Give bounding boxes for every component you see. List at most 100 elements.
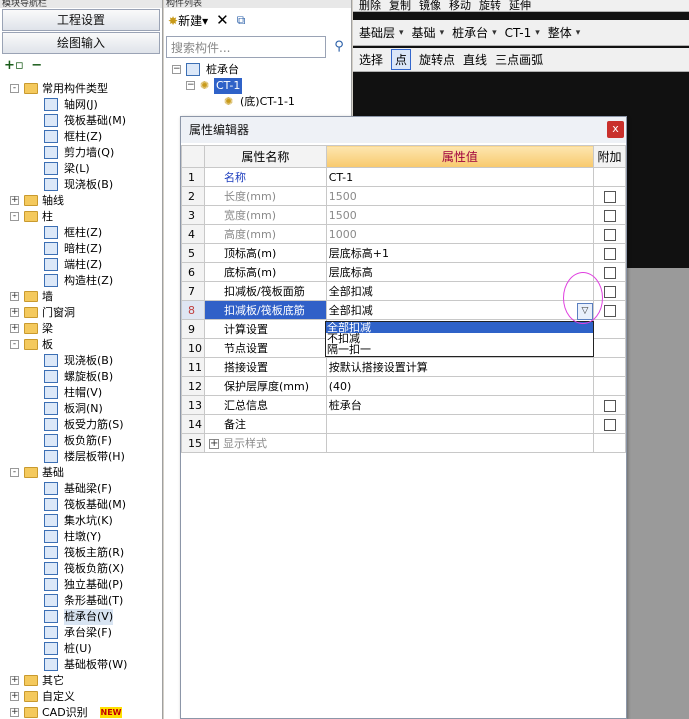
tree-folder[interactable]: + 门窗洞 bbox=[0, 305, 162, 321]
new-button[interactable]: ✸新建▾ bbox=[168, 12, 208, 29]
copy-icon[interactable]: ⧉ bbox=[237, 13, 246, 28]
attach-checkbox[interactable] bbox=[603, 418, 616, 431]
property-value[interactable] bbox=[325, 414, 595, 434]
tree-item[interactable]: 基础板带(W) bbox=[0, 657, 162, 673]
tree-folder[interactable]: -板 bbox=[0, 337, 162, 353]
property-value[interactable]: 桩承台 bbox=[325, 395, 595, 415]
toolbar-button[interactable]: 移动 bbox=[449, 0, 471, 11]
toolbar-button[interactable]: 旋转 bbox=[479, 0, 501, 11]
chevron-down-icon[interactable]: ▾ bbox=[399, 28, 404, 38]
attach-checkbox[interactable] bbox=[603, 228, 616, 241]
tree-item[interactable]: 独立基础(P) bbox=[0, 577, 162, 593]
dropdown-option[interactable]: 不扣减 bbox=[326, 333, 593, 344]
property-row[interactable]: 3 宽度(mm) 1500 bbox=[181, 205, 626, 225]
tree-item[interactable]: 端柱(Z) bbox=[0, 257, 162, 273]
attach-checkbox[interactable] bbox=[603, 190, 616, 203]
tree-item[interactable]: 板受力筋(S) bbox=[0, 417, 162, 433]
toolbar-button[interactable]: 基础 bbox=[412, 24, 436, 41]
property-value[interactable]: 全部扣减 bbox=[325, 281, 595, 301]
tree-item[interactable]: 柱墩(Y) bbox=[0, 529, 162, 545]
property-row[interactable]: 1 名称 CT-1 bbox=[181, 167, 626, 187]
property-row[interactable]: 14 备注 bbox=[181, 414, 626, 434]
property-row[interactable]: 15 + 显示样式 bbox=[181, 433, 626, 453]
property-row[interactable]: 5 顶标高(m) 层底标高+1 bbox=[181, 243, 626, 263]
attach-checkbox[interactable] bbox=[603, 247, 616, 260]
attach-checkbox[interactable] bbox=[603, 285, 616, 298]
collapse-toggle[interactable]: − bbox=[172, 65, 181, 74]
tree-item[interactable]: 现浇板(B) bbox=[0, 177, 162, 193]
property-value[interactable]: 1500 bbox=[325, 186, 595, 206]
attach-checkbox[interactable] bbox=[603, 304, 616, 317]
property-value[interactable]: 层底标高 bbox=[325, 262, 595, 282]
tree-item[interactable]: 剪力墙(Q) bbox=[0, 145, 162, 161]
close-icon[interactable]: x bbox=[607, 121, 624, 138]
property-value[interactable]: CT-1 bbox=[325, 167, 595, 187]
property-value[interactable]: 1000 bbox=[325, 224, 595, 244]
tree-item[interactable]: 承台梁(F) bbox=[0, 625, 162, 641]
property-row[interactable]: 6 底标高(m) 层底标高 bbox=[181, 262, 626, 282]
chevron-down-icon[interactable]: ▾ bbox=[492, 28, 497, 38]
tree-item[interactable]: 框柱(Z) bbox=[0, 225, 162, 241]
toolbar-button[interactable]: 基础层 bbox=[359, 24, 395, 41]
property-row[interactable]: 13 汇总信息 桩承台 bbox=[181, 395, 626, 415]
toolbar-button[interactable]: 直线 bbox=[463, 51, 487, 68]
collapse-toggle[interactable]: - bbox=[10, 468, 19, 477]
tree-item[interactable]: 桩(U) bbox=[0, 641, 162, 657]
tree-item[interactable]: 轴网(J) bbox=[0, 97, 162, 113]
tree-folder[interactable]: + 梁 bbox=[0, 321, 162, 337]
project-settings-button[interactable]: 工程设置 bbox=[2, 9, 160, 31]
property-value[interactable]: 全部扣减 bbox=[325, 300, 595, 320]
dropdown-option[interactable]: 全部扣减 bbox=[326, 322, 593, 333]
tree-item[interactable]: 板洞(N) bbox=[0, 401, 162, 417]
property-row[interactable]: 7 扣减板/筏板面筋 全部扣减 bbox=[181, 281, 626, 301]
expand-toggle[interactable]: + bbox=[10, 708, 19, 717]
expand-all-icon[interactable]: +▫ bbox=[4, 58, 24, 73]
tree-item[interactable]: 板负筋(F) bbox=[0, 433, 162, 449]
toolbar-button[interactable]: 旋转点 bbox=[419, 51, 455, 68]
tree-folder[interactable]: -柱 bbox=[0, 209, 162, 225]
deduction-dropdown-list[interactable]: 全部扣减 不扣减 隔一扣一 bbox=[325, 321, 594, 357]
expand-toggle[interactable]: + bbox=[10, 292, 19, 301]
toolbar-button[interactable]: 删除 bbox=[359, 0, 381, 11]
expand-toggle[interactable]: + bbox=[10, 692, 19, 701]
attach-checkbox[interactable] bbox=[603, 266, 616, 279]
property-value[interactable]: 按默认搭接设置计算 bbox=[325, 357, 595, 377]
collapse-toggle[interactable]: - bbox=[10, 84, 19, 93]
tree-folder[interactable]: + 其它 bbox=[0, 673, 162, 689]
expand-toggle[interactable]: + bbox=[10, 676, 19, 685]
tree-item[interactable]: 框柱(Z) bbox=[0, 129, 162, 145]
toolbar-button[interactable]: 整体 bbox=[548, 24, 572, 41]
expand-toggle[interactable]: + bbox=[10, 196, 19, 205]
expand-toggle[interactable]: + bbox=[10, 308, 19, 317]
toolbar-button[interactable]: 桩承台 bbox=[452, 24, 488, 41]
property-value[interactable]: (40) bbox=[325, 376, 595, 396]
tree-folder[interactable]: + CAD识别 NEW bbox=[0, 705, 162, 719]
toolbar-button[interactable]: 选择 bbox=[359, 51, 383, 68]
tree-item[interactable]: 条形基础(T) bbox=[0, 593, 162, 609]
chevron-down-icon[interactable]: ▾ bbox=[440, 28, 445, 38]
tree-folder[interactable]: + 自定义 bbox=[0, 689, 162, 705]
collapse-toggle[interactable]: − bbox=[186, 81, 195, 90]
property-row[interactable]: 12 保护层厚度(mm) (40) bbox=[181, 376, 626, 396]
tree-item[interactable]: 梁(L) bbox=[0, 161, 162, 177]
toolbar-button[interactable]: CT-1 bbox=[505, 26, 532, 40]
toolbar-button[interactable]: 三点画弧 bbox=[495, 51, 543, 68]
attach-checkbox[interactable] bbox=[603, 209, 616, 222]
property-row[interactable]: 11 搭接设置 按默认搭接设置计算 bbox=[181, 357, 626, 377]
property-row[interactable]: 8 扣减板/筏板底筋 全部扣减 bbox=[181, 300, 626, 320]
tree-folder[interactable]: - 基础 bbox=[0, 465, 162, 481]
delete-icon[interactable]: ✕ bbox=[216, 11, 229, 29]
tree-item[interactable]: 基础梁(F) bbox=[0, 481, 162, 497]
tree-item[interactable]: 暗柱(Z) bbox=[0, 241, 162, 257]
tree-item[interactable]: 螺旋板(B) bbox=[0, 369, 162, 385]
tree-item[interactable]: 筏板主筋(R) bbox=[0, 545, 162, 561]
toolbar-button[interactable]: 点 bbox=[391, 49, 412, 70]
property-value[interactable]: 1500 bbox=[325, 205, 595, 225]
chevron-down-icon[interactable]: ▾ bbox=[576, 28, 581, 38]
toolbar-button[interactable]: 复制 bbox=[389, 0, 411, 11]
collapse-all-icon[interactable]: − bbox=[31, 58, 42, 73]
search-icon[interactable]: ⚲ bbox=[328, 36, 350, 58]
expand-toggle[interactable]: + bbox=[209, 439, 219, 449]
property-row[interactable]: 4 高度(mm) 1000 bbox=[181, 224, 626, 244]
tree-item[interactable]: 桩承台(V) bbox=[0, 609, 162, 625]
